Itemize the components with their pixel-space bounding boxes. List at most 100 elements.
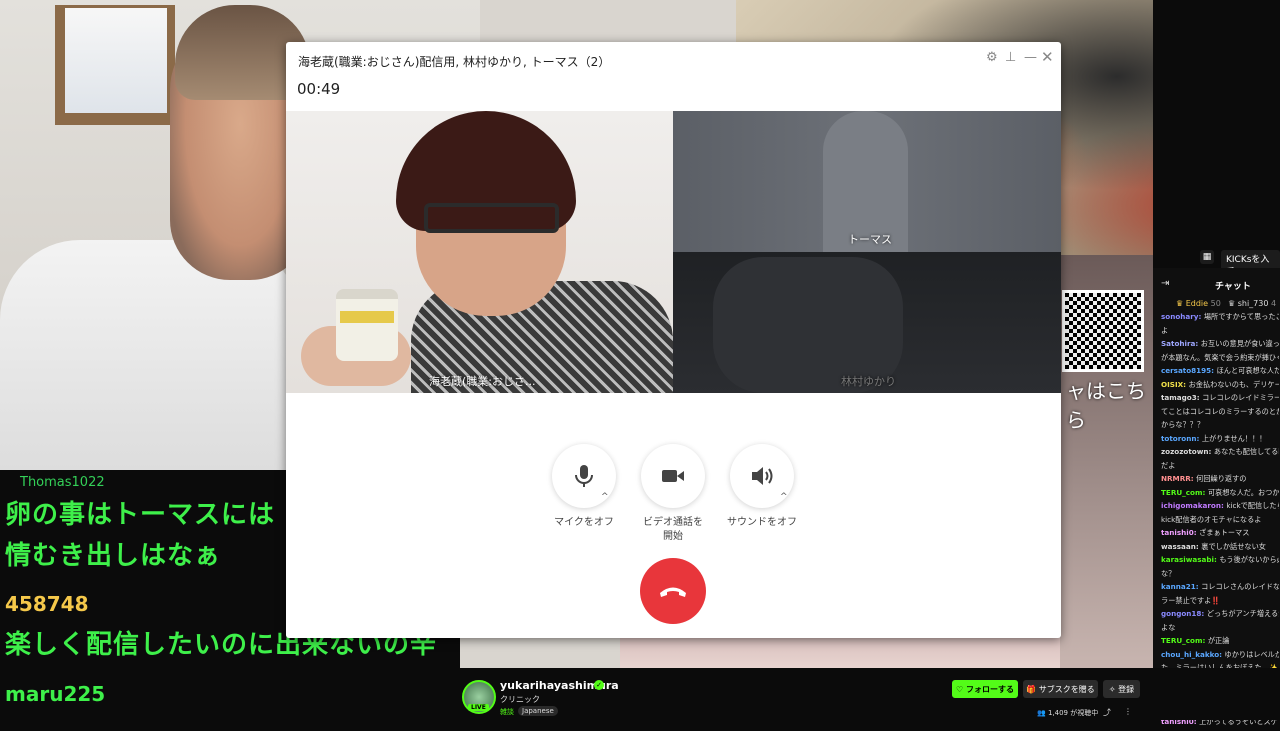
- chat-message: な？: [1161, 569, 1279, 580]
- chat-text: お金払わないのも、デリケート: [1188, 379, 1279, 389]
- video-label: ビデオ通話を 開始: [628, 516, 718, 544]
- overlay-user-2: 458748: [5, 592, 89, 616]
- chat-username[interactable]: karasiwasabi:: [1161, 555, 1219, 564]
- follow-button[interactable]: ♡ フォローする: [952, 680, 1018, 698]
- dialog-title: 海老蔵(職業:おじさん)配信用, 林村ゆかり, トーマス（2）: [298, 55, 611, 69]
- chat-username[interactable]: OISIX:: [1161, 380, 1189, 389]
- chat-username[interactable]: ichigomakaron:: [1161, 501, 1226, 510]
- glasses: [424, 203, 559, 233]
- stream-title: クリニック: [500, 695, 540, 704]
- jar-label: [340, 311, 394, 323]
- chat-username[interactable]: TERU_com:: [1161, 636, 1208, 645]
- chat-message: kanna21: コレコレさんのレイドな: [1161, 582, 1279, 593]
- chat-username[interactable]: NRMRR:: [1161, 474, 1196, 483]
- leaderboard-item-1: ♛ Eddie 50: [1176, 299, 1221, 308]
- call-dialog: 海老蔵(職業:おじさん)配信用, 林村ゆかり, トーマス（2） ⚙ ⊥ — ✕ …: [286, 42, 1061, 638]
- chat-username[interactable]: TERU_com:: [1161, 488, 1208, 497]
- video-tile-main[interactable]: 海老蔵(職業:おじさ...: [286, 111, 673, 393]
- star-icon: ✧: [1108, 684, 1119, 694]
- chat-message: zozozotown: あなたも配信してる時点で: [1161, 447, 1279, 458]
- video-label-line-1: ビデオ通話を: [643, 517, 703, 528]
- chat-text: 可哀想な人だ。おつかれ: [1207, 487, 1279, 497]
- chat-text: からな？？？: [1161, 420, 1205, 429]
- chat-username[interactable]: tamago3:: [1161, 393, 1202, 402]
- chat-message: tamago3: コレコレのレイドミラー: [1161, 393, 1279, 404]
- chat-text: 裏でしか話せない女: [1201, 541, 1266, 551]
- video-tile-yukari[interactable]: 林村ゆかり: [673, 252, 1061, 393]
- layout-icon[interactable]: ▦: [1200, 250, 1214, 264]
- chat-username[interactable]: sonohary:: [1161, 312, 1204, 321]
- chat-text: コレコレのレイドミラー: [1202, 393, 1279, 402]
- chat-message: wassaan: 裏でしか話せない女: [1161, 542, 1279, 553]
- chat-username[interactable]: gongon18:: [1161, 609, 1207, 618]
- chat-username[interactable]: Satohira:: [1161, 339, 1201, 348]
- gift-icon: 🎁: [1026, 684, 1039, 694]
- follow-label: フォローする: [965, 684, 1014, 694]
- speaker-icon: [752, 467, 773, 485]
- chat-message: Satohira: お互いの意見が食い違ってて: [1161, 339, 1279, 350]
- chat-username[interactable]: chou_hi_kakko:: [1161, 650, 1225, 659]
- chat-username[interactable]: kanna21:: [1161, 582, 1201, 591]
- leader-1-name: Eddie: [1185, 299, 1209, 308]
- video-button[interactable]: [641, 444, 705, 508]
- leaderboard-item-2: ♛ shi_730 4: [1228, 299, 1276, 308]
- more-icon[interactable]: ⋮: [1124, 707, 1132, 716]
- collapse-chat-icon[interactable]: ⇥: [1161, 278, 1169, 289]
- overlay-line-1: 卵の事はトーマスには: [5, 500, 276, 530]
- phone-hangup-icon: [660, 587, 686, 597]
- overlay-user-3: maru225: [5, 682, 106, 706]
- qr-label: ャはこちら: [1066, 379, 1146, 432]
- category-link[interactable]: 雑談: [500, 707, 514, 717]
- chat-message: てことはコレコレのミラーするのとか: [1161, 407, 1279, 418]
- video-label-line-2: 開始: [663, 531, 683, 542]
- language-tag[interactable]: Japanese: [518, 706, 558, 716]
- close-icon[interactable]: ✕: [1041, 48, 1054, 66]
- viewer-count-text: 1,409 が視聴中: [1047, 709, 1099, 717]
- chat-text: ほんと可哀想な人だね: [1216, 366, 1279, 375]
- chat-message: totoronn: 上がりません！！！: [1161, 434, 1279, 445]
- chat-username[interactable]: zozozotown:: [1161, 447, 1214, 456]
- chat-message: TERU_com: 可哀想な人だ。おつかれ: [1161, 488, 1279, 499]
- chat-message: よ: [1161, 326, 1279, 337]
- chat-text: だよ: [1161, 460, 1176, 470]
- streamer-bar: [460, 668, 1280, 720]
- chat-message: よな: [1161, 623, 1279, 634]
- settings-icon[interactable]: ⚙: [986, 50, 998, 65]
- share-icon[interactable]: ⤴: [1103, 707, 1111, 718]
- chat-message: OISIX: お金払わないのも、デリケート: [1161, 380, 1279, 391]
- chat-message: ichigomakaron: kickで配信したら: [1161, 501, 1279, 512]
- chat-username[interactable]: totoronn:: [1161, 434, 1202, 443]
- chat-message: kick配信者のオモチャになるよ: [1161, 515, 1279, 526]
- chat-message: chou_hi_kakko: ゆかりはレベルが: [1161, 650, 1279, 661]
- chat-message: が本題なん。気楽で会う約束が挿ひくんだ: [1161, 353, 1279, 364]
- chat-username[interactable]: cersato8195:: [1161, 366, 1217, 375]
- subscribe-button[interactable]: ✧ 登録: [1103, 680, 1140, 698]
- sound-label: サウンドをオフ: [727, 517, 797, 528]
- chat-text: な？: [1161, 568, 1176, 578]
- chat-message: gongon18: どっちがアンチ増えるか考え: [1161, 609, 1279, 620]
- chat-text: ラー禁止ですよ‼️: [1161, 595, 1221, 605]
- video-tile-thomas[interactable]: トーマス: [673, 111, 1061, 252]
- pin-icon[interactable]: ⊥: [1005, 50, 1016, 65]
- call-timer: 00:49: [297, 80, 341, 98]
- verified-icon: ✓: [594, 680, 604, 690]
- thomas-video-label: トーマス: [848, 233, 892, 246]
- gift-sub-button[interactable]: 🎁 サブスクを贈る: [1023, 680, 1098, 698]
- qr-code: [1062, 290, 1144, 372]
- chat-text: どっちがアンチ増えるか考え: [1206, 609, 1279, 618]
- mic-options-caret-icon[interactable]: ^: [601, 492, 609, 502]
- hangup-button[interactable]: [640, 558, 706, 624]
- window-glass: [65, 8, 167, 113]
- chat-text: コレコレさんのレイドな: [1201, 582, 1279, 591]
- video-camera-icon: [662, 470, 684, 482]
- chat-username[interactable]: wassaan:: [1161, 542, 1201, 551]
- heart-icon: ♡: [956, 684, 966, 694]
- chat-message: TERU_com: が正論: [1161, 636, 1279, 647]
- microphone-icon: [575, 465, 593, 487]
- sound-options-caret-icon[interactable]: ^: [780, 492, 788, 502]
- chat-text: kickで配信したら: [1226, 501, 1279, 510]
- overlay-line-2: 情むき出しはなぁ: [5, 541, 222, 571]
- minimize-icon[interactable]: —: [1024, 50, 1037, 65]
- chat-message: ラー禁止ですよ‼️: [1161, 596, 1279, 607]
- chat-username[interactable]: tanishi0:: [1161, 528, 1199, 537]
